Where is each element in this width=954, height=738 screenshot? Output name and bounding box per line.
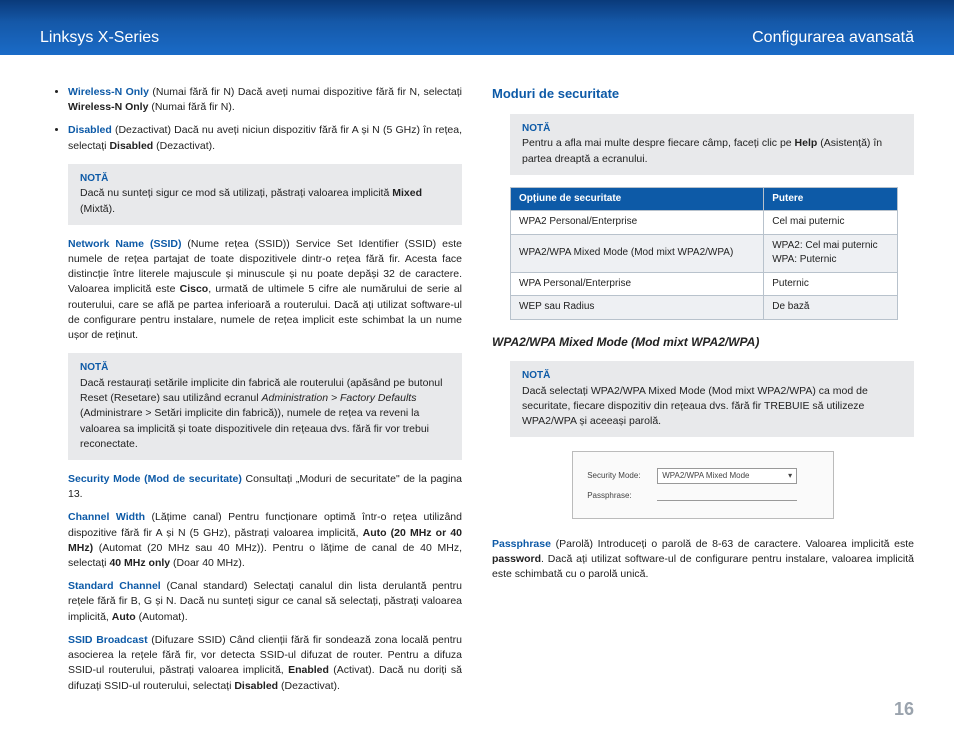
para-channel-width: Channel Width (Lățime canal) Pentru func…	[68, 510, 462, 571]
table-row: WPA2 Personal/EnterpriseCel mai puternic	[511, 211, 898, 235]
bullet-wireless-n: Wireless-N Only (Numai fără fir N) Dacă …	[68, 85, 462, 115]
note-box-help: NOTĂ Pentru a afla mai multe despre fiec…	[510, 114, 914, 175]
table-row: WPA Personal/EnterprisePuternic	[511, 272, 898, 296]
note-box-mode: NOTĂ Dacă nu sunteți sigur ce mod să uti…	[68, 164, 462, 225]
table-header-row: Opțiune de securitate Putere	[511, 187, 898, 211]
page-number: 16	[894, 699, 914, 720]
note-title: NOTĂ	[522, 369, 902, 384]
select-security-mode[interactable]: WPA2/WPA Mixed Mode ▾	[657, 468, 797, 484]
note-title: NOTĂ	[522, 122, 902, 137]
page-header: Linksys X-Series Configurarea avansată	[0, 0, 954, 55]
bullet-list: Wireless-N Only (Numai fără fir N) Dacă …	[68, 85, 462, 154]
header-right: Configurarea avansată	[752, 29, 914, 47]
para-ssid-broadcast: SSID Broadcast (Difuzare SSID) Când clie…	[68, 633, 462, 694]
chevron-down-icon: ▾	[788, 470, 792, 482]
table-row: WPA2/WPA Mixed Mode (Mod mixt WPA2/WPA)W…	[511, 234, 898, 272]
bullet-disabled: Disabled (Dezactivat) Dacă nu aveți nici…	[68, 123, 462, 153]
th-power: Putere	[764, 187, 898, 211]
header-left: Linksys X-Series	[40, 29, 159, 47]
page-body: Wireless-N Only (Numai fără fir N) Dacă …	[0, 55, 954, 695]
para-security-mode: Security Mode (Mod de securitate) Consul…	[68, 472, 462, 502]
left-column: Wireless-N Only (Numai fără fir N) Dacă …	[40, 85, 462, 685]
security-form-illustration: Security Mode: WPA2/WPA Mixed Mode ▾ Pas…	[572, 451, 834, 518]
para-ssid: Network Name (SSID) (Nume rețea (SSID)) …	[68, 237, 462, 344]
para-passphrase: Passphrase (Parolă) Introduceți o parolă…	[492, 537, 914, 583]
note-box-factory: NOTĂ Dacă restaurați setările implicite …	[68, 353, 462, 460]
label-security-mode: Security Mode:	[587, 470, 657, 482]
subsection-heading-mixed: WPA2/WPA Mixed Mode (Mod mixt WPA2/WPA)	[492, 334, 914, 351]
th-option: Opțiune de securitate	[511, 187, 764, 211]
form-row-mode: Security Mode: WPA2/WPA Mixed Mode ▾	[587, 468, 819, 484]
security-table: Opțiune de securitate Putere WPA2 Person…	[510, 187, 898, 320]
note-title: NOTĂ	[80, 361, 450, 376]
table-row: WEP sau RadiusDe bază	[511, 296, 898, 320]
section-heading-security: Moduri de securitate	[492, 85, 914, 104]
label-passphrase: Passphrase:	[587, 490, 657, 502]
input-passphrase[interactable]	[657, 491, 797, 501]
right-column: Moduri de securitate NOTĂ Pentru a afla …	[492, 85, 914, 685]
note-title: NOTĂ	[80, 172, 450, 187]
para-standard-channel: Standard Channel (Canal standard) Select…	[68, 579, 462, 625]
note-box-mixed: NOTĂ Dacă selectați WPA2/WPA Mixed Mode …	[510, 361, 914, 437]
form-row-passphrase: Passphrase:	[587, 490, 819, 502]
